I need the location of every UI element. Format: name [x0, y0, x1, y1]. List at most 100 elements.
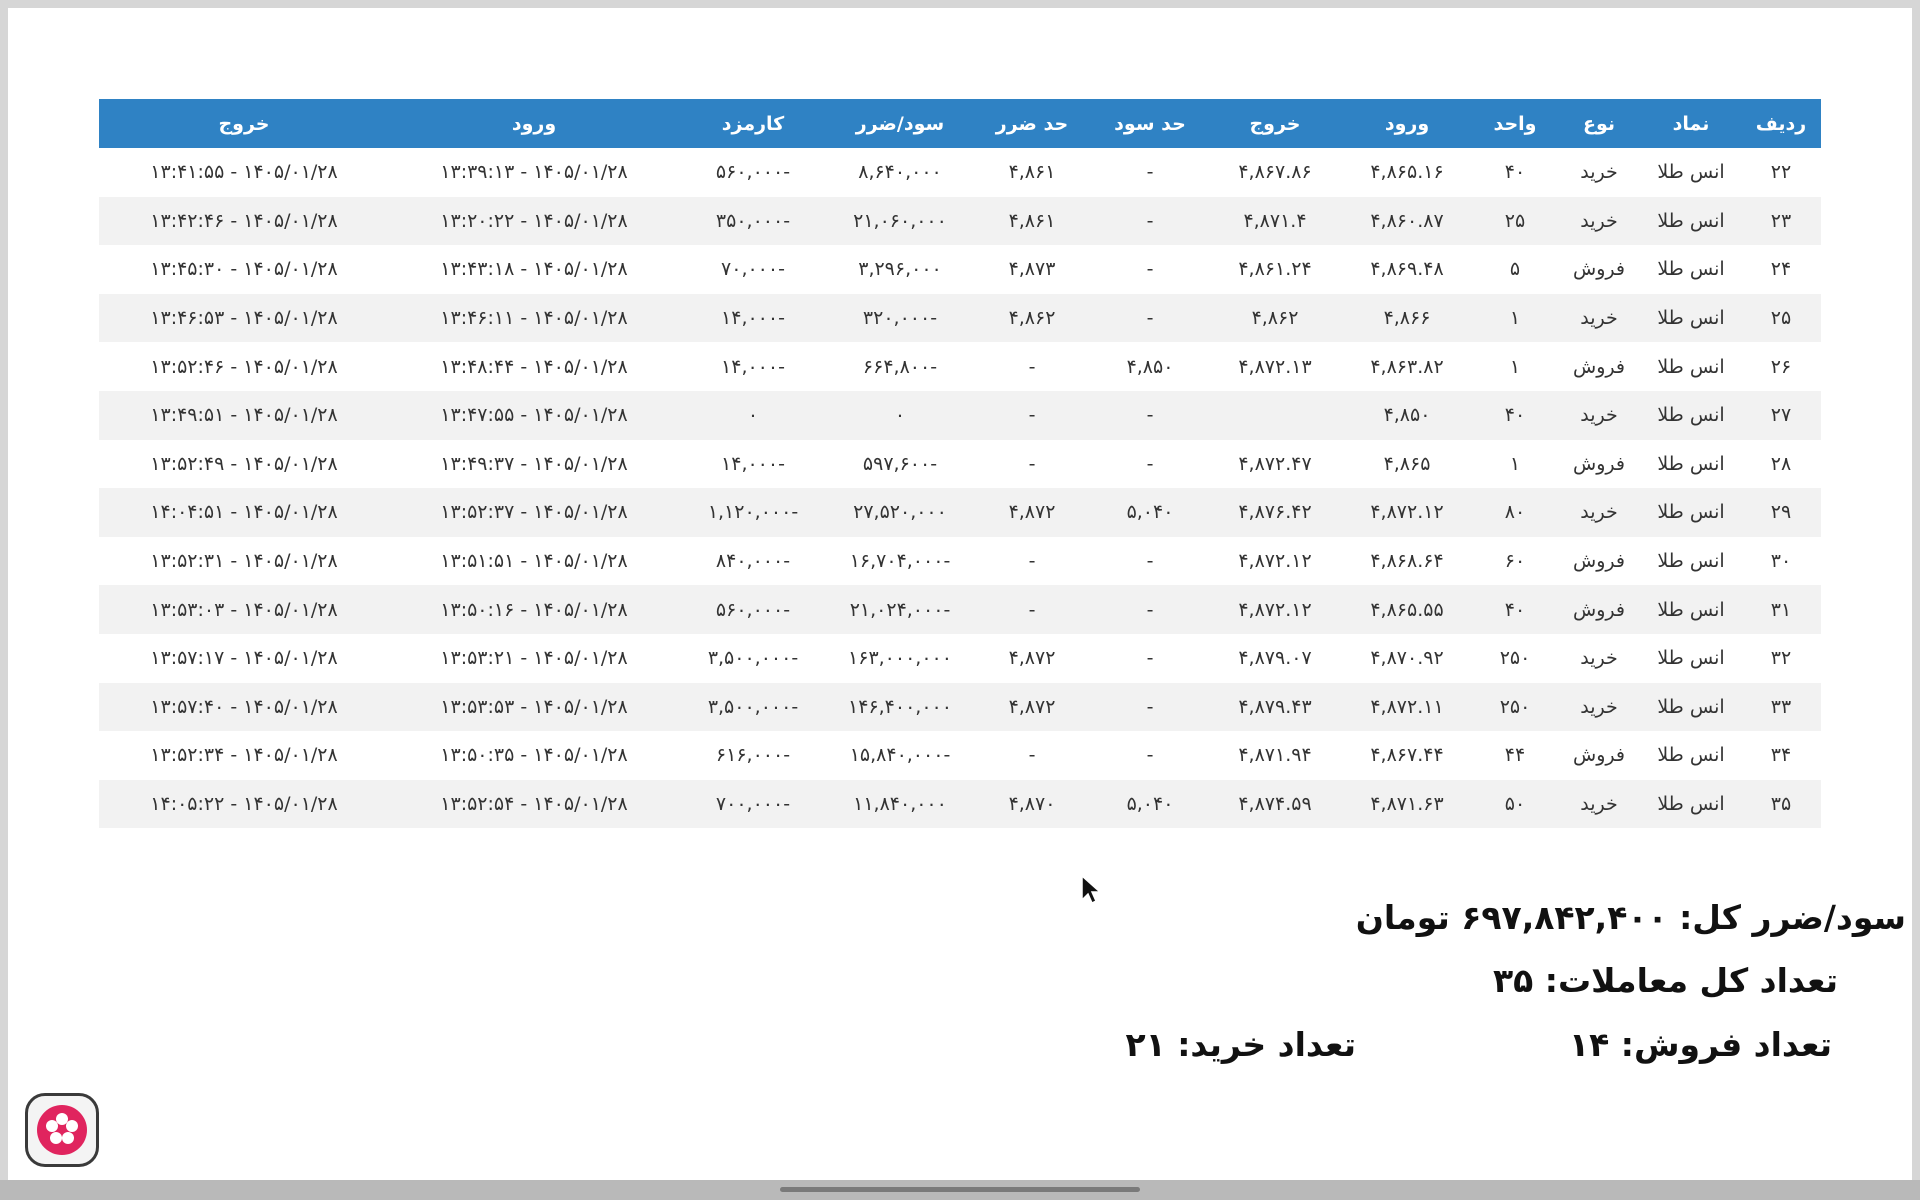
profit-loss-cell: ۳,۲۹۶,۰۰۰: [827, 245, 973, 294]
stop-loss-cell: ۴,۸۷۳: [973, 245, 1091, 294]
profit-loss-cell: -۶۶۴,۸۰۰: [827, 342, 973, 391]
entry-time-cell: ۱۴۰۵/۰۱/۲۸ - ۱۳:۴۸:۴۴: [389, 342, 679, 391]
total-profit-loss: سود/ضرر کل: ۶۹۷,۸۴۲,۴۰۰ تومان: [1355, 898, 1906, 937]
commission-cell: ۰: [679, 390, 827, 440]
stop-loss-cell: -: [973, 731, 1091, 780]
stop-loss-cell: ۴,۸۶۱: [973, 148, 1091, 197]
exit-price-cell: ۴,۸۶۲: [1209, 293, 1341, 343]
take-profit-cell: -: [1091, 731, 1209, 780]
units-cell: ۶۰: [1473, 536, 1557, 586]
exit-time-cell: ۱۴۰۵/۰۱/۲۸ - ۱۳:۵۳:۰۳: [99, 585, 389, 634]
row-number-cell: ۳۳: [1741, 682, 1821, 732]
sell-trades-count: تعداد فروش: ۱۴: [1569, 1025, 1832, 1064]
buy-trades-count: تعداد خرید: ۲۱: [1125, 1025, 1356, 1064]
type-cell: خرید: [1557, 293, 1641, 343]
exit-price-cell: ۴,۸۶۱.۲۴: [1209, 245, 1341, 294]
app-launcher-icon: [37, 1105, 87, 1155]
units-cell: ۲۵: [1473, 196, 1557, 246]
exit-time-cell: ۱۴۰۵/۰۱/۲۸ - ۱۳:۵۷:۴۰: [99, 682, 389, 732]
commission-cell: -۵۶۰,۰۰۰: [679, 585, 827, 634]
units-cell: ۴۰: [1473, 585, 1557, 634]
take-profit-cell: -: [1091, 196, 1209, 246]
entry-price-cell: ۴,۸۶۳.۸۲: [1341, 342, 1473, 391]
commission-cell: -۱,۱۲۰,۰۰۰: [679, 488, 827, 537]
exit-price-cell: ۴,۸۶۷.۸۶: [1209, 148, 1341, 197]
symbol-cell: انس طلا: [1641, 682, 1741, 732]
exit-time-cell: ۱۴۰۵/۰۱/۲۸ - ۱۳:۴۹:۵۱: [99, 390, 389, 440]
row-number-cell: ۲۲: [1741, 148, 1821, 197]
symbol-cell: انس طلا: [1641, 779, 1741, 829]
row-number-cell: ۲۹: [1741, 488, 1821, 537]
profit-loss-cell: ۱۴۶,۴۰۰,۰۰۰: [827, 682, 973, 732]
table-row: ۳۱ انس طلا فروش ۴۰ ۴,۸۶۵.۵۵ ۴,۸۷۲.۱۲- - -۲۱,۰۲۴…: [99, 585, 1821, 634]
entry-time-cell: ۱۴۰۵/۰۱/۲۸ - ۱۳:۵۳:۵۳: [389, 682, 679, 732]
header-profit-loss: سود/ضرر: [827, 99, 973, 148]
type-cell: فروش: [1557, 245, 1641, 294]
symbol-cell: انس طلا: [1641, 148, 1741, 197]
take-profit-cell: -: [1091, 633, 1209, 683]
row-number-cell: ۳۴: [1741, 731, 1821, 780]
units-cell: ۸۰: [1473, 488, 1557, 537]
page-frame: ردیف نماد نوع واحد ورود خروج حد سود حد ض…: [8, 8, 1912, 1180]
commission-cell: -۶۱۶,۰۰۰: [679, 731, 827, 780]
exit-time-cell: ۱۴۰۵/۰۱/۲۸ - ۱۳:۵۲:۳۴: [99, 731, 389, 780]
header-stop-loss: حد ضرر: [973, 99, 1091, 148]
entry-time-cell: ۱۴۰۵/۰۱/۲۸ - ۱۳:۵۱:۵۱: [389, 536, 679, 586]
trades-table-container: ردیف نماد نوع واحد ورود خروج حد سود حد ض…: [99, 99, 1821, 829]
table-row: ۲۳ انس طلا خرید ۲۵ ۴,۸۶۰.۸۷ ۴,۸۷۱.۴-۴,۸۶۱ ۲۱,۰…: [99, 196, 1821, 246]
commission-cell: -۷۰,۰۰۰: [679, 245, 827, 294]
type-cell: خرید: [1557, 390, 1641, 440]
row-number-cell: ۳۲: [1741, 633, 1821, 683]
app-launcher-button[interactable]: [25, 1093, 99, 1167]
take-profit-cell: -: [1091, 390, 1209, 440]
units-cell: ۲۵۰: [1473, 682, 1557, 732]
symbol-cell: انس طلا: [1641, 293, 1741, 343]
exit-time-cell: ۱۴۰۵/۰۱/۲۸ - ۱۳:۵۲:۳۱: [99, 536, 389, 586]
take-profit-cell: -: [1091, 245, 1209, 294]
table-row: ۲۴ انس طلا فروش ۵ ۴,۸۶۹.۴۸ ۴,۸۶۱.۲۴-۴,۸۷۳ ۳,۲۹…: [99, 245, 1821, 294]
commission-cell: -۳,۵۰۰,۰۰۰: [679, 633, 827, 683]
commission-cell: -۵۶۰,۰۰۰: [679, 148, 827, 197]
mouse-cursor-icon: [1081, 874, 1102, 904]
exit-price-cell: ۴,۸۷۲.۴۷: [1209, 439, 1341, 489]
profit-loss-cell: ۱۶۳,۰۰۰,۰۰۰: [827, 633, 973, 683]
profit-loss-cell: ۲۱,۰۶۰,۰۰۰: [827, 196, 973, 246]
table-body: ۲۲ انس طلا خرید ۴۰ ۴,۸۶۵.۱۶ ۴,۸۶۷.۸۶-۴,۸۶۱ ۸,۶…: [99, 148, 1821, 829]
take-profit-cell: ۵,۰۴۰: [1091, 488, 1209, 537]
header-entry-time: ورود: [389, 99, 679, 148]
entry-price-cell: ۴,۸۶۵.۵۵: [1341, 585, 1473, 634]
entry-price-cell: ۴,۸۷۲.۱۲: [1341, 488, 1473, 537]
stop-loss-cell: ۴,۸۷۲: [973, 633, 1091, 683]
profit-loss-cell: -۱۶,۷۰۴,۰۰۰: [827, 536, 973, 586]
symbol-cell: انس طلا: [1641, 196, 1741, 246]
type-cell: فروش: [1557, 439, 1641, 489]
entry-time-cell: ۱۴۰۵/۰۱/۲۸ - ۱۳:۵۳:۲۱: [389, 633, 679, 683]
table-header-row: ردیف نماد نوع واحد ورود خروج حد سود حد ض…: [99, 99, 1821, 148]
header-take-profit: حد سود: [1091, 99, 1209, 148]
row-number-cell: ۲۶: [1741, 342, 1821, 391]
exit-time-cell: ۱۴۰۵/۰۱/۲۸ - ۱۳:۴۲:۴۶: [99, 196, 389, 246]
entry-time-cell: ۱۴۰۵/۰۱/۲۸ - ۱۳:۳۹:۱۳: [389, 148, 679, 197]
entry-time-cell: ۱۴۰۵/۰۱/۲۸ - ۱۳:۴۳:۱۸: [389, 245, 679, 294]
units-cell: ۱: [1473, 293, 1557, 343]
entry-price-cell: ۴,۸۷۰.۹۲: [1341, 633, 1473, 683]
stop-loss-cell: -: [973, 536, 1091, 586]
take-profit-cell: -: [1091, 585, 1209, 634]
entry-time-cell: ۱۴۰۵/۰۱/۲۸ - ۱۳:۲۰:۲۲: [389, 196, 679, 246]
entry-price-cell: ۴,۸۶۶: [1341, 293, 1473, 343]
stop-loss-cell: -: [973, 390, 1091, 440]
entry-time-cell: ۱۴۰۵/۰۱/۲۸ - ۱۳:۵۲:۵۴: [389, 779, 679, 829]
units-cell: ۴۰: [1473, 148, 1557, 197]
units-cell: ۴۴: [1473, 731, 1557, 780]
type-cell: فروش: [1557, 342, 1641, 391]
home-indicator[interactable]: [780, 1187, 1140, 1192]
trades-table: ردیف نماد نوع واحد ورود خروج حد سود حد ض…: [99, 99, 1821, 829]
header-exit-time: خروج: [99, 99, 389, 148]
profit-loss-cell: -۱۵,۸۴۰,۰۰۰: [827, 731, 973, 780]
symbol-cell: انس طلا: [1641, 342, 1741, 391]
entry-time-cell: ۱۴۰۵/۰۱/۲۸ - ۱۳:۵۲:۳۷: [389, 488, 679, 537]
take-profit-cell: ۴,۸۵۰: [1091, 342, 1209, 391]
units-cell: ۱: [1473, 439, 1557, 489]
exit-time-cell: ۱۴۰۵/۰۱/۲۸ - ۱۳:۵۲:۴۶: [99, 342, 389, 391]
entry-price-cell: ۴,۸۶۹.۴۸: [1341, 245, 1473, 294]
